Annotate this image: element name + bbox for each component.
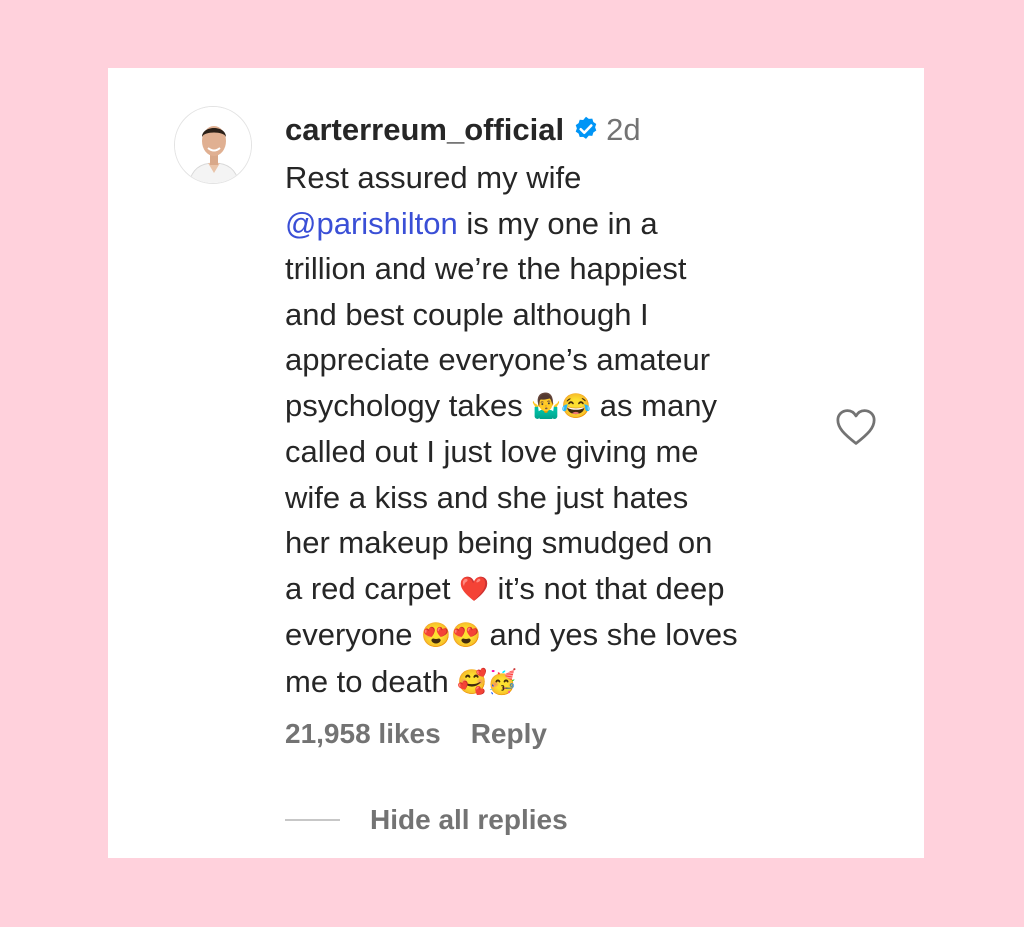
reply-button[interactable]: Reply bbox=[471, 718, 547, 749]
shrug-laugh-emoji: 🤷‍♂️😂 bbox=[531, 392, 592, 420]
replies-divider bbox=[285, 819, 340, 821]
heart-eyes-emoji: 😍😍 bbox=[421, 622, 481, 649]
replies-toggle[interactable]: Hide all replies bbox=[285, 804, 568, 836]
comment-text-line: her makeup being smudged on bbox=[285, 525, 713, 560]
comment-text-segment: and yes she loves bbox=[480, 617, 738, 652]
comment-text-segment: everyone bbox=[285, 617, 422, 652]
comment-text-line: Rest assured my wife bbox=[285, 160, 582, 195]
comment-header: carterreum_official 2d bbox=[285, 108, 825, 155]
comment-text-segment: a red carpet bbox=[285, 570, 460, 606]
comment-text-line: me to death 🥰🥳 bbox=[285, 659, 825, 706]
timestamp: 2d bbox=[606, 112, 641, 147]
comment-text-line: psychology takes 🤷‍♂️😂 as many bbox=[285, 383, 825, 430]
comment-body: carterreum_official 2d Rest assured my wi… bbox=[285, 108, 825, 705]
red-heart-emoji: ❤️ bbox=[459, 575, 489, 603]
comment-actions: 21,958 likes Reply bbox=[285, 718, 547, 750]
comment-text-line: everyone 😍😍 and yes she loves bbox=[285, 612, 825, 659]
comment-text-line: trillion and we’re the happiest bbox=[285, 251, 687, 286]
comment-text-segment: psychology takes bbox=[285, 387, 532, 423]
comment-text-segment: me to death bbox=[285, 663, 458, 699]
comment-text-line: appreciate everyone’s amateur bbox=[285, 342, 711, 377]
verified-badge-icon bbox=[572, 111, 600, 155]
avatar-portrait-icon bbox=[175, 107, 251, 183]
mention-link[interactable]: @parishilton bbox=[285, 206, 458, 241]
avatar[interactable] bbox=[174, 106, 252, 184]
comment-text-line: @parishilton is my one in a bbox=[285, 201, 825, 247]
comment-text-segment: is my one in a bbox=[457, 205, 658, 241]
comment-text-segment: it’s not that deep bbox=[488, 570, 725, 606]
likes-count[interactable]: 21,958 likes bbox=[285, 718, 441, 749]
comment-text-line: called out I just love giving me bbox=[285, 434, 699, 469]
comment-text-line: wife a kiss and she just hates bbox=[285, 479, 689, 515]
comment-card: carterreum_official 2d Rest assured my wi… bbox=[108, 68, 924, 858]
comment-text-line: a red carpet ❤️ it’s not that deep bbox=[285, 566, 825, 613]
comment-text-line: and best couple although I bbox=[285, 296, 649, 332]
username-link[interactable]: carterreum_official bbox=[285, 112, 564, 147]
party-emoji: 🥰🥳 bbox=[457, 668, 518, 696]
like-heart-icon[interactable] bbox=[835, 408, 877, 446]
comment-text-segment: as many bbox=[591, 387, 717, 423]
hide-replies-button[interactable]: Hide all replies bbox=[370, 804, 568, 836]
